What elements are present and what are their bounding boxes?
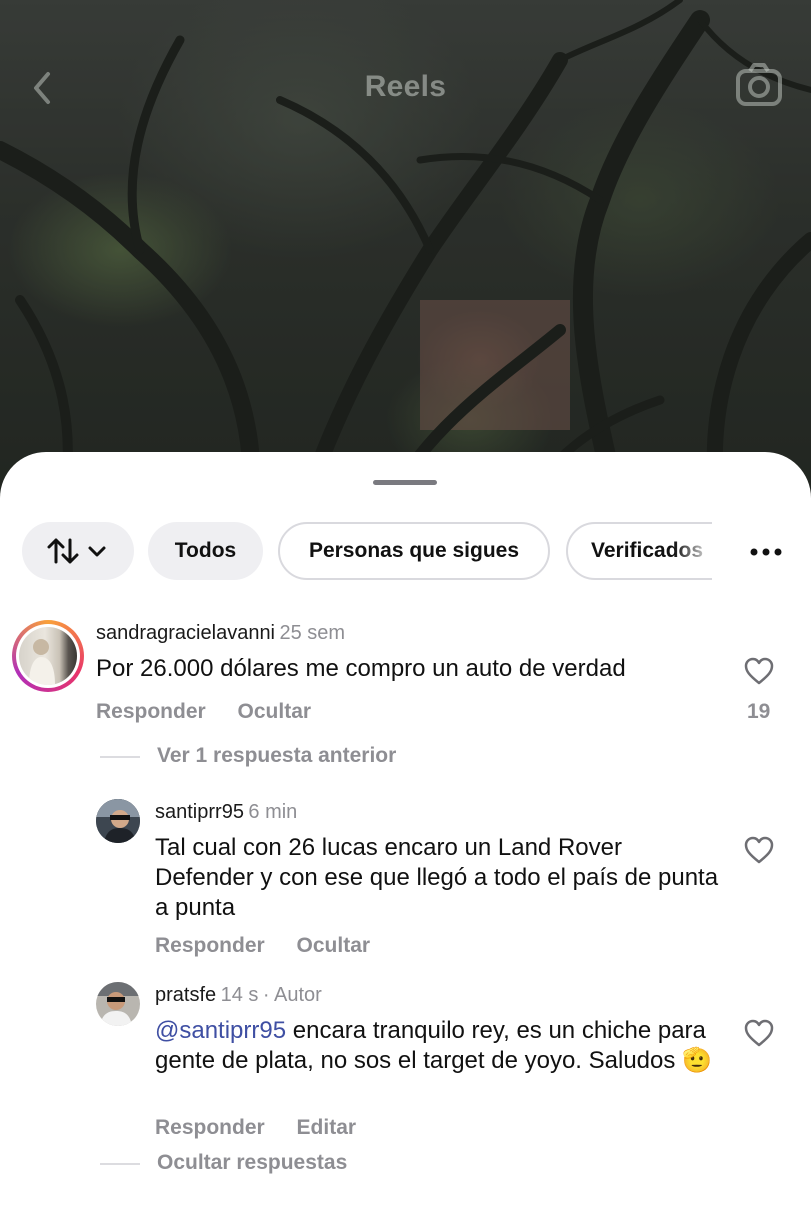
mention-link[interactable]: @santiprr95: [155, 1017, 286, 1044]
avatar-photo: [19, 627, 77, 685]
hide-replies-button[interactable]: Ocultar respuestas: [157, 1151, 347, 1175]
sort-button[interactable]: [22, 522, 134, 580]
filter-chip-following[interactable]: Personas que sigues: [278, 522, 550, 580]
reel-video-background: Reels: [0, 0, 811, 520]
salute-emoji: 🫡: [682, 1047, 712, 1074]
comments-sheet: Todos Personas que sigues Verificados sa…: [0, 452, 811, 1212]
avatar-photo: [96, 799, 140, 843]
reply-button[interactable]: Responder: [155, 1116, 265, 1140]
comment-time: 25 sem: [279, 622, 346, 644]
comment-filters: Todos Personas que sigues Verificados: [0, 522, 811, 582]
reels-header: Reels: [0, 60, 811, 116]
heart-icon[interactable]: [743, 835, 775, 865]
comment-time: 14 s: [220, 984, 259, 1006]
author-badge: · Autor: [262, 984, 322, 1006]
comment-username[interactable]: sandragracielavanni: [96, 622, 275, 644]
hide-button[interactable]: Ocultar: [238, 700, 312, 724]
filter-chip-todos[interactable]: Todos: [148, 522, 263, 580]
comment-text: Tal cual con 26 lucas encaro un Land Rov…: [155, 834, 719, 921]
camera-icon[interactable]: [735, 62, 783, 108]
sort-arrows-icon: [47, 538, 106, 564]
comment-username[interactable]: pratsfe: [155, 984, 216, 1006]
avatar[interactable]: [96, 799, 140, 843]
reply-button[interactable]: Responder: [96, 700, 206, 724]
comment-text: Por 26.000 dólares me compro un auto de …: [96, 655, 626, 682]
heart-icon[interactable]: [743, 656, 775, 686]
avatar-photo: [96, 982, 140, 1026]
view-previous-replies[interactable]: Ver 1 respuesta anterior: [157, 744, 396, 768]
like-count: 19: [747, 700, 771, 723]
comment-text: @santiprr95 encara tranquilo rey, es un …: [155, 1016, 725, 1076]
more-horizontal-icon[interactable]: [748, 544, 784, 560]
sheet-drag-handle[interactable]: [373, 480, 437, 485]
avatar[interactable]: [12, 620, 84, 692]
edit-button[interactable]: Editar: [297, 1116, 357, 1140]
comment-time: 6 min: [248, 801, 298, 823]
comment-username[interactable]: santiprr95: [155, 801, 244, 823]
hide-button[interactable]: Ocultar: [297, 934, 371, 958]
reels-title: Reels: [364, 70, 447, 103]
avatar[interactable]: [96, 982, 140, 1026]
reply-button[interactable]: Responder: [155, 934, 265, 958]
heart-icon[interactable]: [743, 1018, 775, 1048]
